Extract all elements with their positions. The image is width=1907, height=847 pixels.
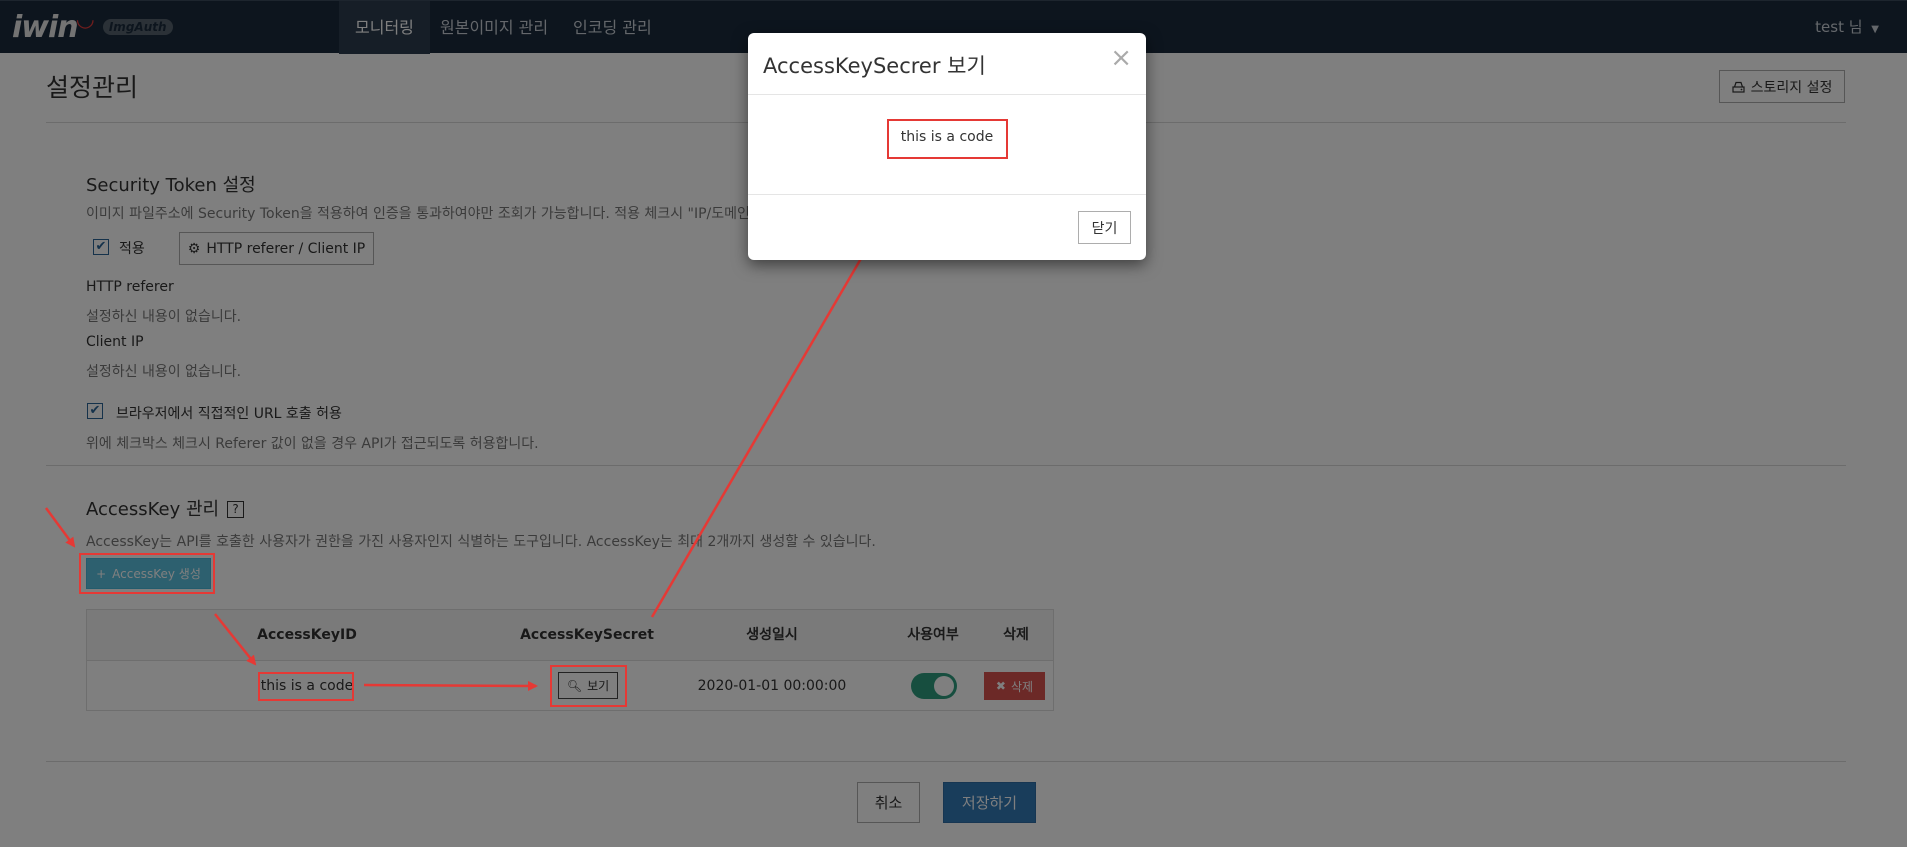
modal-divider: [748, 94, 1146, 95]
close-icon[interactable]: ×: [1110, 43, 1132, 73]
annotation-box-code: [887, 119, 1008, 159]
secret-modal: AccessKeySecrer 보기 × this is a code 닫기: [748, 33, 1146, 260]
arrow-to-modal: [650, 224, 882, 618]
arrow-to-generate: [44, 507, 76, 548]
arrow-to-view: [363, 680, 538, 691]
modal-divider: [748, 194, 1146, 195]
modal-close-button[interactable]: 닫기: [1078, 211, 1131, 244]
arrow-to-id: [214, 613, 257, 666]
modal-title: AccessKeySecrer 보기: [763, 54, 986, 78]
